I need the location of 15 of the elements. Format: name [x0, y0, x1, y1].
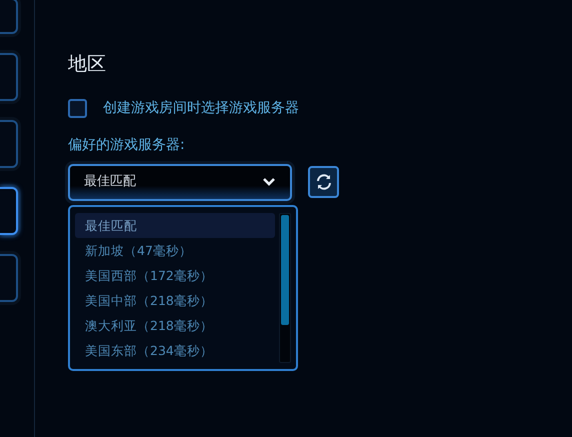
dropdown-option[interactable]: 最佳匹配: [75, 212, 275, 238]
dropdown-option[interactable]: 新加坡（47毫秒）: [75, 238, 275, 262]
sidebar-tab[interactable]: [0, 187, 18, 235]
scroll-bar[interactable]: [279, 212, 291, 362]
refresh-icon: [314, 173, 332, 191]
field-label: 偏好的游戏服务器:: [68, 136, 186, 154]
checkbox-label: 创建游戏房间时选择游戏服务器: [103, 98, 299, 118]
dropdown-option[interactable]: 美国东部（234毫秒）: [75, 338, 275, 362]
chevron-icon: [262, 177, 276, 187]
section-title: 地区: [68, 52, 107, 77]
dropdown-option[interactable]: 美国中部（218毫秒）: [75, 288, 275, 312]
refresh-button[interactable]: [308, 166, 339, 198]
dropdown-option[interactable]: 美国西部（172毫秒）: [75, 262, 275, 288]
checkbox[interactable]: [68, 98, 87, 118]
dropdown-option[interactable]: 澳大利亚（218毫秒）: [75, 312, 275, 338]
